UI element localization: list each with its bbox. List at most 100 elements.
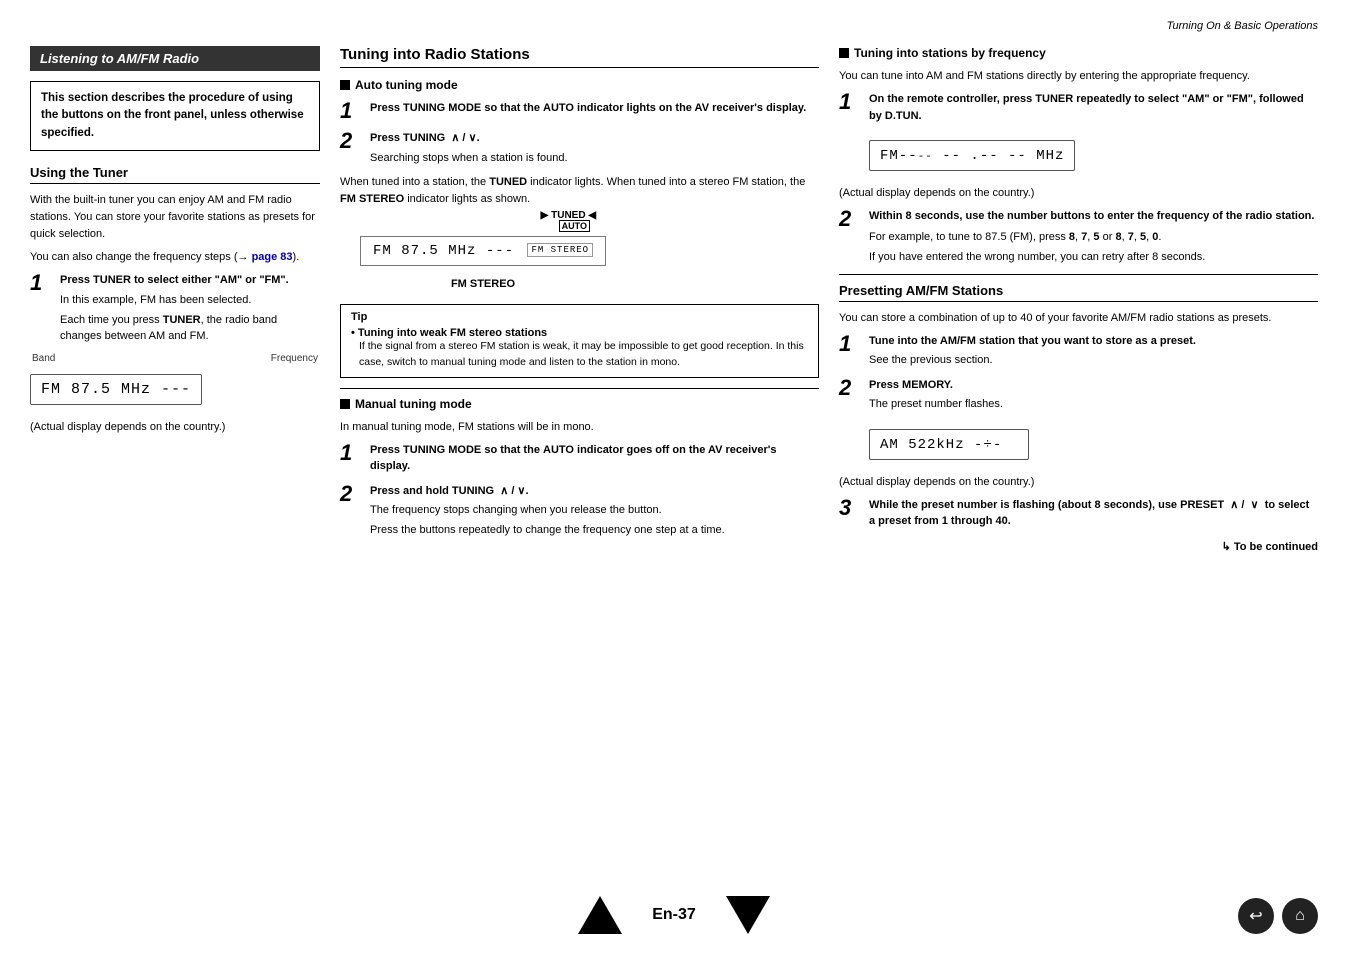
page-footer: En-37 — [0, 896, 1348, 934]
actual-display-left: (Actual display depends on the country.) — [30, 419, 320, 436]
step1-sub1: In this example, FM has been selected. — [60, 292, 320, 309]
tuned-arrow-left: ▶ — [541, 210, 549, 221]
freq-step1-num: 1 — [839, 91, 861, 113]
tip-subtitle: • Tuning into weak FM stereo stations — [351, 327, 808, 339]
preset-step2-sub: The preset number flashes. — [869, 396, 1318, 413]
header-title: Turning On & Basic Operations — [1167, 20, 1318, 32]
auto-step1-title: Press TUNING MODE so that the AUTO indic… — [370, 102, 806, 114]
auto-step1: 1 Press TUNING MODE so that the AUTO ind… — [340, 100, 819, 122]
left-display-box: FM 87.5 MHz --- — [30, 374, 202, 405]
radio-display-text: FM 87.5 MHz --- — [373, 243, 514, 259]
freq-step2-sub2: If you have entered the wrong number, yo… — [869, 249, 1318, 266]
to-be-continued: ↳ To be continued — [839, 540, 1318, 553]
freq-title: Tuning into stations by frequency — [854, 46, 1046, 60]
footer-inner: En-37 — [578, 896, 770, 934]
manual-step2-num: 2 — [340, 483, 362, 505]
bullet-auto — [340, 80, 350, 90]
intro-text: This section describes the procedure of … — [41, 92, 304, 139]
continued-arrow: ↳ — [1222, 541, 1231, 553]
frequency-label: Frequency — [271, 353, 318, 364]
freq-step1-title: On the remote controller, press TUNER re… — [869, 93, 1304, 122]
freq-step2: 2 Within 8 seconds, use the number butto… — [839, 208, 1318, 266]
display-labels: Band Frequency — [30, 353, 320, 364]
freq-para1: You can tune into AM and FM stations dir… — [839, 68, 1318, 85]
radio-display: FM 87.5 MHz --- FM STEREO — [360, 236, 606, 266]
page-number: En-37 — [652, 906, 696, 924]
preset-step2-title: Press MEMORY. — [869, 379, 953, 391]
auto-step1-num: 1 — [340, 100, 362, 122]
freq-display-text: FM---- -- .-- -- MHz — [880, 148, 1064, 164]
step1-content: Press TUNER to select either "AM" or "FM… — [60, 272, 320, 345]
manual-step1-num: 1 — [340, 442, 362, 464]
section-title: Listening to AM/FM Radio — [40, 51, 199, 66]
preset-step1-content: Tune into the AM/FM station that you wan… — [869, 333, 1318, 369]
left-step1: 1 Press TUNER to select either "AM" or "… — [30, 272, 320, 345]
mid-col-title: Tuning into Radio Stations — [340, 46, 819, 68]
using-tuner-title: Using the Tuner — [30, 165, 320, 184]
tuned-indicator: ▶ TUNED ◀ AUTO — [541, 210, 596, 232]
back-icon[interactable]: ↩ — [1238, 898, 1274, 934]
prev-page-arrow[interactable] — [578, 896, 622, 934]
freq-display-wrapper: FM---- -- .-- -- MHz — [869, 132, 1318, 179]
page-container: Turning On & Basic Operations Listening … — [0, 0, 1348, 954]
preset-step2-num: 2 — [839, 377, 861, 399]
left-column: Listening to AM/FM Radio This section de… — [30, 46, 320, 553]
manual-intro: In manual tuning mode, FM stations will … — [340, 419, 819, 436]
manual-step2-sub2: Press the buttons repeatedly to change t… — [370, 522, 819, 539]
preset-step3-content: While the preset number is flashing (abo… — [869, 497, 1318, 530]
manual-mode-label: Manual tuning mode — [355, 397, 472, 411]
using-tuner-para1: With the built-in tuner you can enjoy AM… — [30, 192, 320, 243]
freq-step1: 1 On the remote controller, press TUNER … — [839, 91, 1318, 124]
preset-step3-title: While the preset number is flashing (abo… — [869, 499, 1309, 528]
footer-icons: ↩ ⌂ — [1238, 898, 1318, 934]
manual-step1-title: Press TUNING MODE so that the AUTO indic… — [370, 444, 776, 473]
preset-step1-num: 1 — [839, 333, 861, 355]
preset-step3-num: 3 — [839, 497, 861, 519]
auto-mode-label: Auto tuning mode — [355, 78, 458, 92]
auto-step2-num: 2 — [340, 130, 362, 152]
preset-display-wrapper: AM 522kHz -÷- — [869, 421, 1318, 468]
manual-mode-title: Manual tuning mode — [340, 397, 819, 411]
freq-actual-display: (Actual display depends on the country.) — [839, 185, 1318, 202]
continued-text: To be continued — [1234, 541, 1318, 553]
left-display-text: FM 87.5 MHz --- — [41, 381, 191, 398]
fm-stereo-small: FM STEREO — [527, 243, 593, 257]
step1-sub2: Each time you press TUNER, the radio ban… — [60, 312, 320, 345]
tip-title: Tip — [351, 311, 808, 323]
band-label: Band — [32, 353, 55, 364]
preset-step3: 3 While the preset number is flashing (a… — [839, 497, 1318, 530]
freq-step2-title: Within 8 seconds, use the number buttons… — [869, 210, 1314, 222]
manual-step2-sub1: The frequency stops changing when you re… — [370, 502, 819, 519]
tip-body: If the signal from a stereo FM station i… — [359, 339, 808, 371]
mid-column: Tuning into Radio Stations Auto tuning m… — [340, 46, 819, 553]
bullet-manual — [340, 399, 350, 409]
home-icon[interactable]: ⌂ — [1282, 898, 1318, 934]
tip-box: Tip • Tuning into weak FM stereo station… — [340, 304, 819, 378]
preset-step1: 1 Tune into the AM/FM station that you w… — [839, 333, 1318, 369]
right-column: Tuning into stations by frequency You ca… — [839, 46, 1318, 553]
freq-step2-num: 2 — [839, 208, 861, 230]
divider-manual — [340, 388, 819, 389]
preset-display-text: AM 522kHz -÷- — [880, 437, 1002, 453]
manual-step1-content: Press TUNING MODE so that the AUTO indic… — [370, 442, 819, 475]
next-page-arrow[interactable] — [726, 896, 770, 934]
tuned-para: When tuned into a station, the TUNED ind… — [340, 174, 819, 208]
preset-step2-content: Press MEMORY. The preset number flashes. — [869, 377, 1318, 413]
step-number-1: 1 — [30, 272, 52, 294]
auto-step2-sub: Searching stops when a station is found. — [370, 150, 819, 167]
freq-step2-sub1: For example, to tune to 87.5 (FM), press… — [869, 229, 1318, 246]
manual-step1: 1 Press TUNING MODE so that the AUTO ind… — [340, 442, 819, 475]
preset-display-box: AM 522kHz -÷- — [869, 429, 1029, 460]
display-wrapper-left: Band Frequency FM 87.5 MHz --- — [30, 353, 320, 413]
page-header: Turning On & Basic Operations — [30, 20, 1318, 36]
auto-step2: 2 Press TUNING ∧ / ∨. Searching stops wh… — [340, 130, 819, 166]
freq-step1-content: On the remote controller, press TUNER re… — [869, 91, 1318, 124]
preset-step2: 2 Press MEMORY. The preset number flashe… — [839, 377, 1318, 413]
auto-step2-content: Press TUNING ∧ / ∨. Searching stops when… — [370, 130, 819, 166]
using-tuner-para2: You can also change the frequency steps … — [30, 249, 320, 266]
preset-step1-sub: See the previous section. — [869, 352, 1318, 369]
auto-step1-content: Press TUNING MODE so that the AUTO indic… — [370, 100, 819, 117]
freq-display-box: FM---- -- .-- -- MHz — [869, 140, 1075, 171]
fm-stereo-label: FM STEREO — [360, 278, 606, 290]
preset-title: Presetting AM/FM Stations — [839, 283, 1318, 302]
